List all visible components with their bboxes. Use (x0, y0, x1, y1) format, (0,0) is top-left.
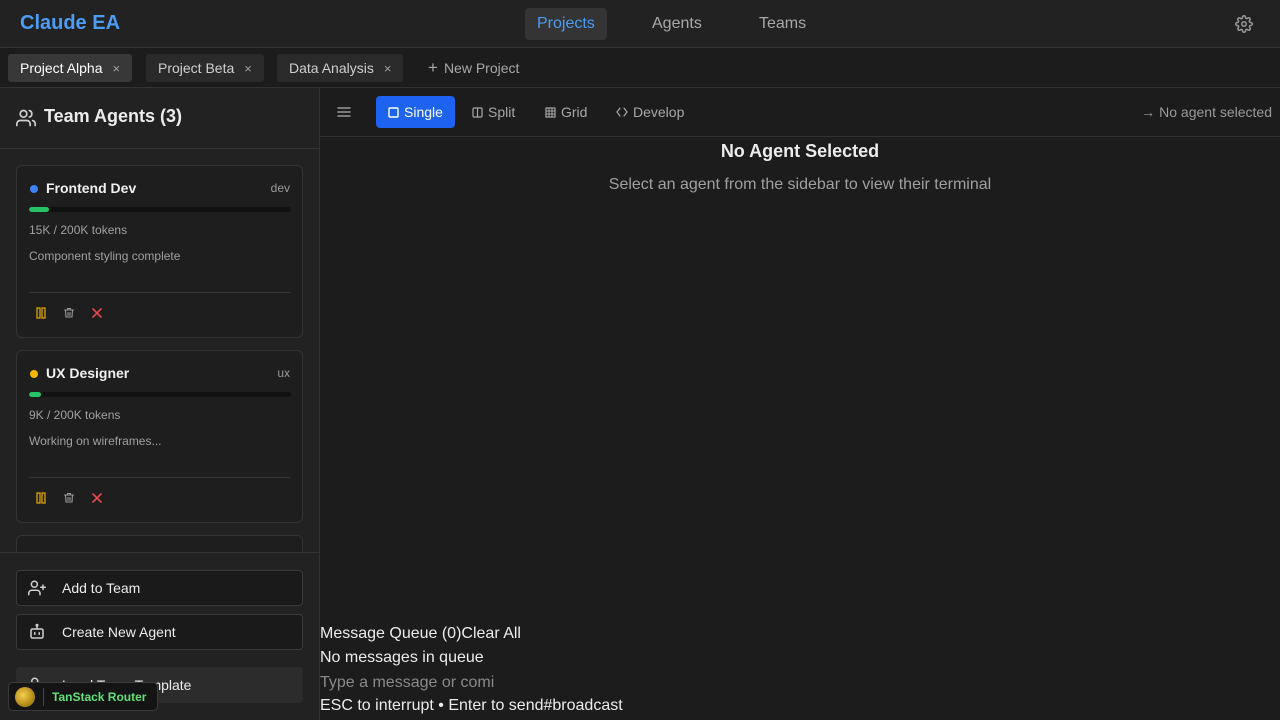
agent-status: Component styling complete (29, 249, 181, 263)
tab-data-analysis[interactable]: Data Analysis × (277, 54, 404, 82)
close-icon[interactable]: × (113, 61, 121, 76)
keyboard-hint: ESC to interrupt • Enter to send (320, 697, 544, 714)
token-progress-bar (29, 207, 291, 212)
new-project-button[interactable]: + New Project (428, 54, 519, 82)
tab-label: Project Beta (158, 60, 235, 76)
view-label: Develop (633, 104, 685, 120)
token-count: 15K / 200K tokens (29, 223, 128, 237)
queue-title: Message Queue (0) (320, 625, 462, 642)
columns-icon (472, 106, 483, 118)
tanstack-router-devtools-button[interactable]: TanStack Router (8, 682, 158, 711)
divider (43, 687, 44, 706)
settings-gear-icon[interactable] (1235, 15, 1253, 33)
empty-state-subtitle: Select an agent from the sidebar to view… (608, 176, 992, 193)
new-project-label: New Project (443, 60, 520, 76)
square-icon (388, 106, 399, 118)
pause-icon[interactable] (34, 491, 48, 505)
create-new-agent-button[interactable]: Create New Agent (16, 614, 303, 650)
top-bar: Claude EA Projects Agents Teams (0, 0, 1280, 48)
tab-project-alpha[interactable]: Project Alpha × (8, 54, 133, 82)
token-progress-bar (29, 392, 291, 397)
view-label: Single (404, 104, 443, 120)
menu-icon[interactable] (337, 105, 351, 119)
arrow-right-icon: → (1141, 104, 1156, 120)
plus-icon: + (428, 58, 438, 77)
divider (29, 292, 290, 293)
view-develop-button[interactable]: Develop (604, 96, 696, 128)
add-to-team-button[interactable]: Add to Team (16, 570, 303, 606)
queue-empty-text: No messages in queue (320, 649, 484, 666)
close-icon[interactable]: × (244, 61, 252, 76)
grid-icon (545, 106, 556, 118)
status-dot (30, 370, 38, 378)
sidebar-title: Team Agents (3) (44, 106, 183, 126)
close-icon[interactable] (90, 491, 104, 505)
tab-label: Data Analysis (289, 60, 374, 76)
token-progress-fill (29, 207, 49, 212)
nav-teams[interactable]: Teams (747, 8, 818, 40)
project-tab-bar: Project Alpha × Project Beta × Data Anal… (0, 48, 1280, 88)
view-grid-button[interactable]: Grid (533, 96, 599, 128)
tab-project-beta[interactable]: Project Beta × (146, 54, 264, 82)
view-single-button[interactable]: Single (376, 96, 455, 128)
view-label: Split (488, 104, 516, 120)
clear-all-button[interactable]: Clear All (461, 625, 521, 642)
button-label: Create New Agent (62, 624, 176, 640)
close-icon[interactable]: × (384, 61, 392, 76)
selected-agent-text: No agent selected (1159, 104, 1272, 120)
empty-state-title: No Agent Selected (720, 141, 880, 161)
close-icon[interactable] (90, 306, 104, 320)
agent-name: UX Designer (46, 365, 130, 381)
bot-icon (28, 623, 46, 641)
queue-header: Message Queue (0)Clear All (320, 625, 521, 643)
tanstack-logo-icon (15, 686, 35, 707)
button-label: Add to Team (62, 580, 141, 596)
nav-agents[interactable]: Agents (640, 8, 714, 40)
view-label: Grid (561, 104, 588, 120)
app-logo[interactable]: Claude EA (20, 12, 120, 35)
users-icon (16, 108, 36, 128)
agent-name: Frontend Dev (46, 180, 137, 196)
code-icon (616, 107, 628, 117)
team-sidebar: Team Agents (3) Frontend Dev dev 15K / 2… (0, 88, 320, 720)
trash-icon[interactable] (62, 491, 76, 505)
divider (29, 477, 290, 478)
broadcast-channel[interactable]: #broadcast (544, 697, 623, 714)
tab-label: Project Alpha (20, 60, 103, 76)
agent-card-ux-designer[interactable]: UX Designer ux 9K / 200K tokens Working … (16, 350, 303, 523)
agent-role: ux (277, 366, 290, 380)
nav-projects[interactable]: Projects (525, 8, 607, 40)
token-progress-fill (29, 392, 41, 397)
agent-role: dev (270, 181, 290, 195)
trash-icon[interactable] (62, 306, 76, 320)
agent-card-frontend-dev[interactable]: Frontend Dev dev 15K / 200K tokens Compo… (16, 165, 303, 338)
token-count: 9K / 200K tokens (29, 408, 121, 422)
devtools-label: TanStack Router (52, 689, 147, 704)
status-dot (30, 185, 38, 193)
pause-icon[interactable] (34, 306, 48, 320)
user-plus-icon (28, 579, 46, 597)
view-split-button[interactable]: Split (460, 96, 527, 128)
selected-agent-indicator: → No agent selected (1141, 104, 1272, 120)
sidebar-header: Team Agents (3) (0, 88, 319, 149)
view-toolbar: Single Split Grid Develop → No agent sel… (320, 88, 1280, 137)
agent-status: Working on wireframes... (29, 434, 162, 448)
queue-hint: ESC to interrupt • Enter to send#broadca… (320, 697, 623, 715)
message-input[interactable] (320, 672, 496, 694)
